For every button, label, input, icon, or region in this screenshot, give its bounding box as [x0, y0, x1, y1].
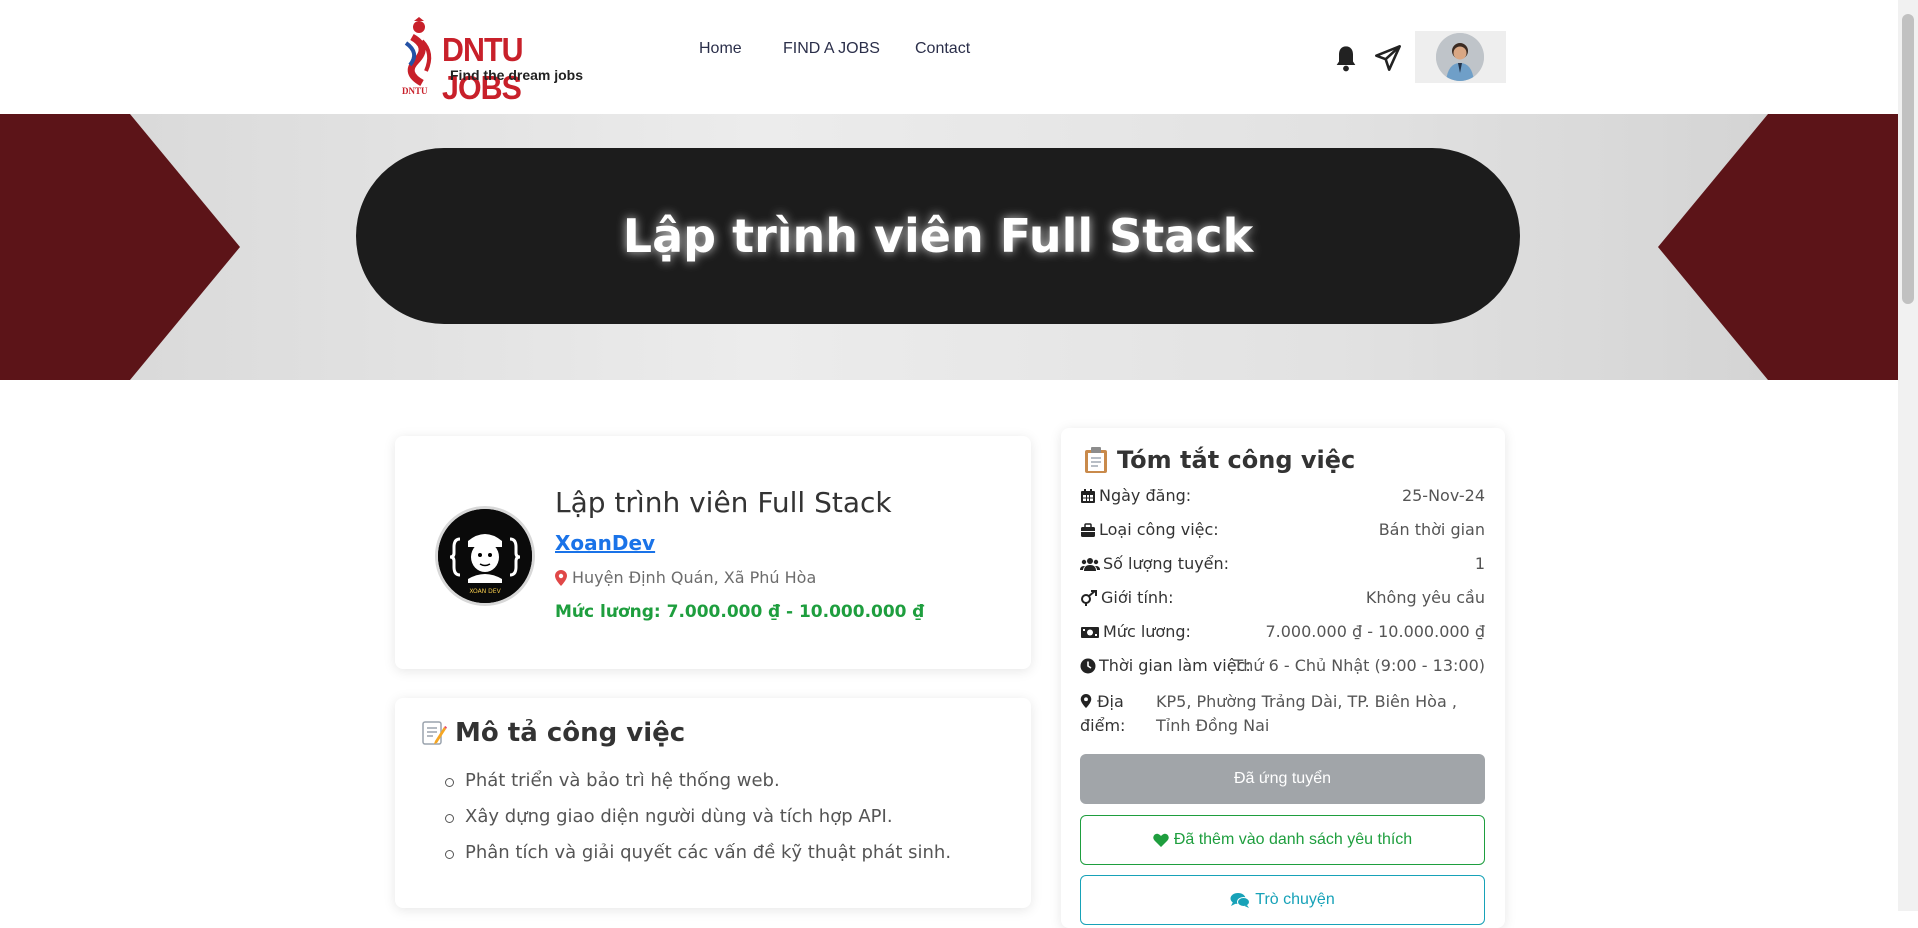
summary-value-salary: 7.000.000 ₫ - 10.000.000 ₫: [1265, 622, 1485, 641]
comments-icon: [1230, 893, 1251, 908]
job-description-list: Phát triển và bảo trì hệ thống web. Xây …: [445, 770, 951, 878]
svg-text:XOAN DEV: XOAN DEV: [469, 588, 501, 595]
job-header-card: XOAN DEV Lập trình viên Full Stack XoanD…: [395, 436, 1031, 669]
summary-label-gender: Giới tính:: [1101, 588, 1174, 607]
list-item: Xây dựng giao diện người dùng và tích hợ…: [445, 806, 951, 842]
map-marker-icon: [555, 569, 567, 586]
job-description-heading-text: Mô tả công việc: [455, 718, 686, 748]
briefcase-icon: [1081, 522, 1095, 537]
summary-value-gender: Không yêu cầu: [1365, 588, 1485, 607]
calendar-icon: [1081, 488, 1095, 503]
chat-button-label: Trò chuyện: [1255, 891, 1335, 908]
company-name-link[interactable]: XoanDev: [555, 531, 655, 555]
site-logo[interactable]: DNTU DNTU JOBS Find the dream jobs: [400, 17, 590, 106]
job-title: Lập trình viên Full Stack: [555, 486, 892, 519]
summary-label-type: Loại công việc:: [1099, 520, 1219, 539]
nav-contact-link[interactable]: Contact: [915, 40, 970, 58]
summary-value-hours: Thứ 6 - Chủ Nhật (9:00 - 13:00): [1233, 656, 1485, 675]
summary-value-quantity: 1: [1474, 554, 1485, 573]
job-summary-heading: Tóm tắt công việc: [1083, 446, 1355, 474]
job-location: Huyện Định Quán, Xã Phú Hòa: [555, 568, 816, 587]
summary-value-posted: 25-Nov-24: [1401, 486, 1485, 505]
logo-mark-icon: DNTU: [402, 17, 432, 95]
avatar: [1436, 33, 1484, 81]
applied-button-label: Đã ứng tuyển: [1234, 770, 1331, 787]
summary-value-address: KP5, Phường Trảng Dài, TP. Biên Hòa , Tỉ…: [1156, 692, 1457, 735]
favorite-button[interactable]: Đã thêm vào danh sách yêu thích: [1080, 815, 1485, 865]
hero-title-pill: Lập trình viên Full Stack: [356, 148, 1520, 324]
paper-plane-icon[interactable]: [1374, 44, 1402, 72]
user-menu[interactable]: [1415, 31, 1506, 83]
job-summary-heading-text: Tóm tắt công việc: [1117, 446, 1356, 474]
clipboard-icon: [1085, 447, 1107, 473]
memo-icon: [422, 721, 447, 745]
summary-label-quantity: Số lượng tuyển:: [1103, 554, 1230, 573]
map-marker-icon: [1080, 694, 1092, 708]
list-item: Phân tích và giải quyết các vấn đề kỹ th…: [445, 842, 951, 878]
favorite-button-label: Đã thêm vào danh sách yêu thích: [1173, 831, 1413, 848]
clock-icon: [1080, 658, 1096, 673]
summary-label-hours: Thời gian làm việc:: [1099, 656, 1251, 675]
job-summary-card: Tóm tắt công việc Ngày đăng: 25-Nov-24 L…: [1061, 428, 1505, 928]
money-icon: [1081, 626, 1099, 638]
hero-title: Lập trình viên Full Stack: [622, 209, 1254, 263]
users-icon: [1080, 557, 1100, 571]
svg-text:DNTU: DNTU: [402, 86, 428, 95]
bell-icon[interactable]: [1332, 44, 1360, 72]
summary-label-salary: Mức lương:: [1103, 622, 1191, 641]
summary-label-posted: Ngày đăng:: [1099, 486, 1192, 505]
job-salary: Mức lương: 7.000.000 ₫ - 10.000.000 ₫: [555, 602, 925, 622]
job-description-card: Mô tả công việc Phát triển và bảo trì hệ…: [395, 698, 1031, 908]
site-header: DNTU DNTU JOBS Find the dream jobs Home …: [0, 0, 1898, 114]
logo-tagline: Find the dream jobs: [450, 67, 584, 83]
hero-banner: Lập trình viên Full Stack: [0, 114, 1898, 380]
heart-icon: [1153, 833, 1169, 847]
summary-value-type: Bán thời gian: [1378, 520, 1485, 539]
applied-button[interactable]: Đã ứng tuyển: [1080, 754, 1485, 804]
company-logo[interactable]: XOAN DEV: [435, 506, 535, 606]
gender-icon: [1081, 589, 1097, 606]
nav-find-jobs-link[interactable]: FIND A JOBS: [783, 40, 880, 58]
page-scrollbar[interactable]: [1898, 0, 1918, 911]
job-location-text: Huyện Định Quán, Xã Phú Hòa: [572, 568, 817, 587]
nav-home-link[interactable]: Home: [699, 40, 742, 58]
summary-row-address: Địa điểm: KP5, Phường Trảng Dài, TP. Biê…: [1080, 690, 1485, 738]
job-description-heading: Mô tả công việc: [419, 718, 685, 748]
list-item: Phát triển và bảo trì hệ thống web.: [445, 770, 951, 806]
scrollbar-thumb[interactable]: [1902, 14, 1914, 304]
chat-button[interactable]: Trò chuyện: [1080, 875, 1485, 925]
